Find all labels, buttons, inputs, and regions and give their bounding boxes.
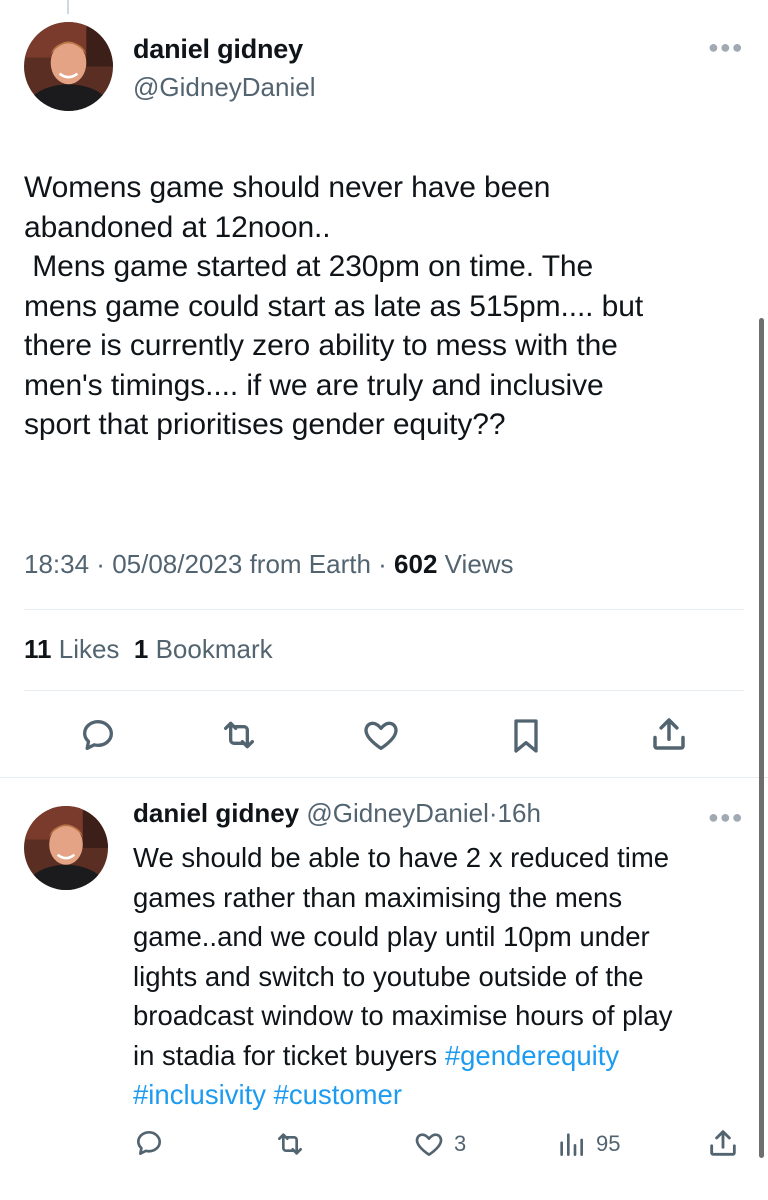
bookmark-icon	[514, 719, 538, 753]
tweet-text-line: sport that prioritises gender equity??	[24, 408, 506, 441]
reply-text-fragment: in stadia for ticket buyers	[133, 1039, 445, 1071]
reply-author-handle[interactable]: @GidneyDaniel	[306, 798, 488, 828]
scrollbar[interactable]	[759, 318, 764, 1158]
hashtag-link[interactable]: #inclusivity	[133, 1079, 266, 1110]
tweet-text-line: mens game could start as late as 515pm..…	[24, 289, 644, 323]
hashtag-link[interactable]: #genderequity	[445, 1040, 619, 1071]
views-label: Views	[444, 549, 514, 579]
views-icon	[560, 1133, 583, 1156]
reply-time[interactable]: 16h	[498, 798, 541, 828]
like-button[interactable]: 3	[412, 1128, 466, 1160]
reply-text-line: broadcast window to maximise hours of pl…	[133, 1000, 673, 1031]
retweet-icon	[224, 721, 254, 749]
likes-count: 11	[24, 634, 52, 664]
bookmarks-count: 1	[133, 634, 149, 664]
thread-line	[67, 0, 69, 14]
hashtag-link[interactable]: #customer	[274, 1079, 402, 1110]
tweet-date[interactable]: 05/08/2023	[112, 549, 242, 579]
avatar[interactable]	[24, 22, 113, 111]
reply-author-name[interactable]: daniel gidney	[133, 798, 299, 828]
tweet-meta: 18:34 · 05/08/2023 from Earth · 602 View…	[24, 549, 514, 580]
reply-text-line: games rather than maximising the mens	[133, 881, 623, 913]
tweet-text-line: Mens game started at 230pm on time. The	[24, 250, 594, 283]
tweet-text-line: abandoned at 12noon..	[24, 210, 331, 244]
divider	[24, 690, 744, 691]
divider	[24, 609, 744, 610]
reply-avatar[interactable]	[24, 806, 108, 890]
author-name[interactable]: daniel gidney	[133, 34, 303, 65]
reply-button[interactable]	[133, 1127, 165, 1159]
tweet-source: from Earth	[249, 549, 371, 579]
reply-button[interactable]	[78, 715, 118, 755]
reply-text: We should be able to have 2 x reduced ti…	[133, 838, 755, 1115]
tweet-text: Womens game should never have been abando…	[24, 168, 749, 445]
reply-icon	[83, 720, 114, 750]
engagement-stats: 11 Likes 1 Bookmark	[24, 634, 273, 665]
bookmarks-label: Bookmark	[155, 634, 273, 664]
likes-label: Likes	[58, 634, 120, 664]
like-button[interactable]	[360, 715, 402, 755]
reply-header: daniel gidney @GidneyDaniel·16h	[133, 798, 541, 829]
divider	[0, 777, 768, 778]
tweet-text-line: Womens game should never have been	[24, 171, 551, 204]
retweet-button[interactable]	[273, 1128, 307, 1160]
bookmarks-stat[interactable]: 1 Bookmark	[134, 634, 273, 664]
separator: ·	[89, 549, 113, 579]
views-count: 602	[394, 549, 438, 579]
like-count: 3	[454, 1131, 467, 1156]
avatar-image	[24, 806, 108, 890]
separator: ·	[488, 798, 498, 828]
reply-text-line: game..and we could play until 10pm under	[133, 921, 650, 952]
reply-text-line: #inclusivity #customer	[133, 1075, 755, 1115]
bookmark-button[interactable]	[506, 715, 546, 757]
more-icon[interactable]: ●●●	[708, 808, 744, 826]
tweet-text-line: there is currently zero ability to mess …	[24, 329, 618, 362]
reply-text-line: We should be able to have 2 x reduced ti…	[133, 842, 670, 873]
retweet-button[interactable]	[218, 715, 260, 755]
tweet-text-line: men's timings.... if we are truly and in…	[24, 368, 604, 402]
avatar-image	[24, 22, 113, 111]
likes-stat[interactable]: 11 Likes	[24, 634, 119, 664]
views-button[interactable]: 95	[554, 1128, 620, 1160]
share-button[interactable]	[706, 1126, 740, 1160]
reply-text-line: lights and switch to youtube outside of …	[133, 960, 644, 992]
like-icon	[364, 721, 398, 750]
separator: ·	[370, 549, 395, 579]
reply-text-line: in stadia for ticket buyers #genderequit…	[133, 1036, 755, 1076]
retweet-icon	[278, 1133, 302, 1155]
share-button[interactable]	[648, 713, 690, 755]
share-icon	[710, 1130, 736, 1156]
tweet-time[interactable]: 18:34	[24, 549, 89, 579]
like-icon	[415, 1133, 443, 1156]
more-icon[interactable]: ●●●	[708, 38, 744, 56]
views-count: 95	[596, 1131, 621, 1156]
share-icon	[653, 718, 685, 750]
author-handle[interactable]: @GidneyDaniel	[133, 72, 315, 103]
reply-icon	[137, 1131, 161, 1155]
